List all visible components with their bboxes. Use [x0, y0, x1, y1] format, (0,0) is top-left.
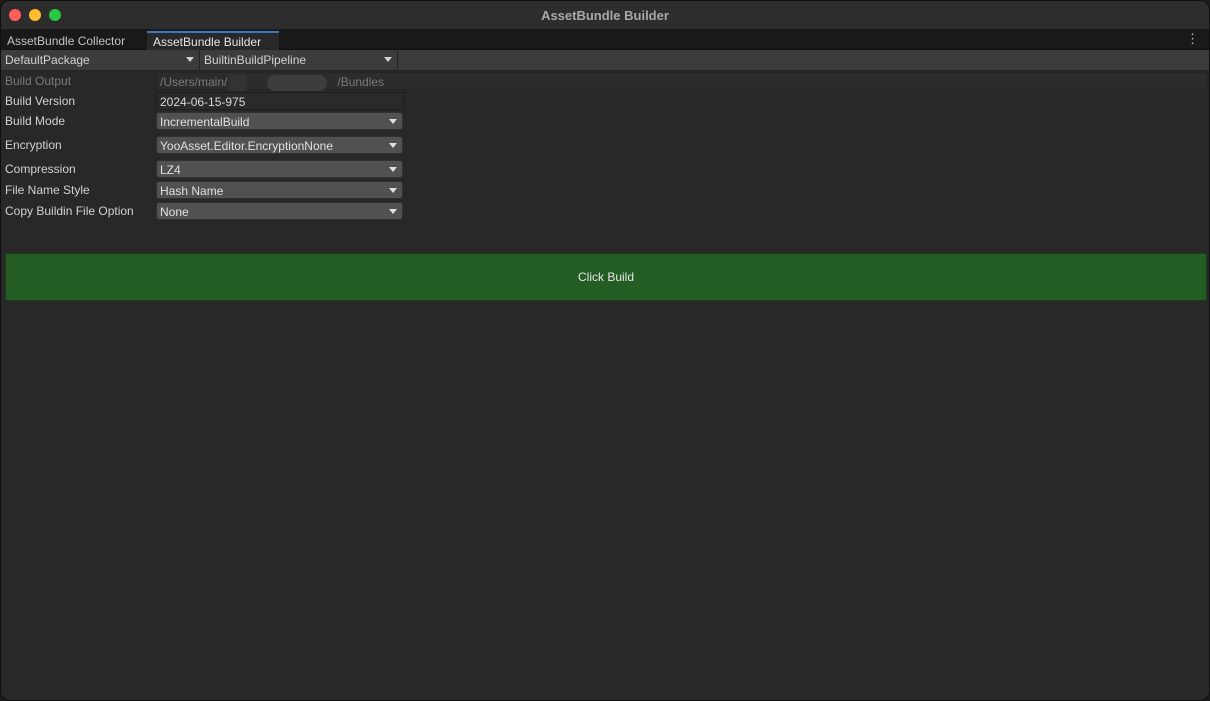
- pipeline-dropdown[interactable]: BuiltinBuildPipeline: [200, 50, 398, 70]
- build-version-label: Build Version: [5, 94, 76, 108]
- click-build-button[interactable]: Click Build: [5, 253, 1207, 301]
- pipeline-dropdown-value: BuiltinBuildPipeline: [204, 53, 307, 67]
- redaction-mark: [267, 75, 327, 91]
- encryption-label: Encryption: [5, 138, 62, 152]
- build-output-path-start: /Users/main/: [160, 75, 228, 89]
- encryption-row: Encryption YooAsset.Editor.EncryptionNon…: [1, 135, 1209, 155]
- package-dropdown-value: DefaultPackage: [5, 53, 90, 67]
- build-mode-dropdown[interactable]: IncrementalBuild: [156, 112, 403, 130]
- file-name-style-value: Hash Name: [160, 184, 224, 198]
- compression-dropdown[interactable]: LZ4: [156, 160, 403, 178]
- file-name-style-row: File Name Style Hash Name: [1, 180, 1209, 200]
- encryption-value: YooAsset.Editor.EncryptionNone: [160, 139, 333, 153]
- build-mode-row: Build Mode IncrementalBuild: [1, 111, 1209, 131]
- chevron-down-icon: [186, 57, 194, 62]
- build-version-row: Build Version 2024-06-15-975: [1, 91, 1209, 111]
- build-output-field: /Users/main/ /Bundles: [156, 72, 1208, 91]
- build-output-row: Build Output /Users/main/ /Bundles: [1, 71, 1209, 91]
- copy-buildin-dropdown[interactable]: None: [156, 202, 403, 220]
- editor-window: AssetBundle Builder AssetBundle Collecto…: [0, 0, 1210, 701]
- build-mode-label: Build Mode: [5, 114, 66, 128]
- tab-assetbundle-collector[interactable]: AssetBundle Collector: [1, 31, 147, 50]
- copy-buildin-row: Copy Buildin File Option None: [1, 201, 1209, 221]
- tab-bar: AssetBundle Collector AssetBundle Builde…: [1, 30, 1209, 50]
- compression-row: Compression LZ4: [1, 159, 1209, 179]
- build-version-input[interactable]: 2024-06-15-975: [156, 92, 404, 110]
- build-output-label: Build Output: [5, 74, 72, 88]
- window-title: AssetBundle Builder: [541, 8, 669, 23]
- tab-assetbundle-builder[interactable]: AssetBundle Builder: [147, 31, 279, 50]
- chevron-down-icon: [389, 119, 397, 124]
- chevron-down-icon: [389, 209, 397, 214]
- toolbar: DefaultPackage BuiltinBuildPipeline: [1, 50, 1209, 71]
- copy-buildin-value: None: [160, 205, 189, 219]
- redaction-mark: [229, 75, 247, 91]
- package-dropdown[interactable]: DefaultPackage: [1, 50, 200, 70]
- chevron-down-icon: [389, 188, 397, 193]
- compression-value: LZ4: [160, 163, 181, 177]
- chevron-down-icon: [389, 143, 397, 148]
- compression-label: Compression: [5, 162, 76, 176]
- title-bar: AssetBundle Builder: [1, 1, 1209, 30]
- chevron-down-icon: [389, 167, 397, 172]
- more-options-icon[interactable]: ⋮: [1186, 32, 1199, 46]
- chevron-down-icon: [384, 57, 392, 62]
- build-mode-value: IncrementalBuild: [160, 115, 250, 129]
- file-name-style-label: File Name Style: [5, 183, 90, 197]
- copy-buildin-label: Copy Buildin File Option: [5, 204, 134, 218]
- build-output-path-end: /Bundles: [337, 75, 385, 89]
- encryption-dropdown[interactable]: YooAsset.Editor.EncryptionNone: [156, 136, 403, 154]
- file-name-style-dropdown[interactable]: Hash Name: [156, 181, 403, 199]
